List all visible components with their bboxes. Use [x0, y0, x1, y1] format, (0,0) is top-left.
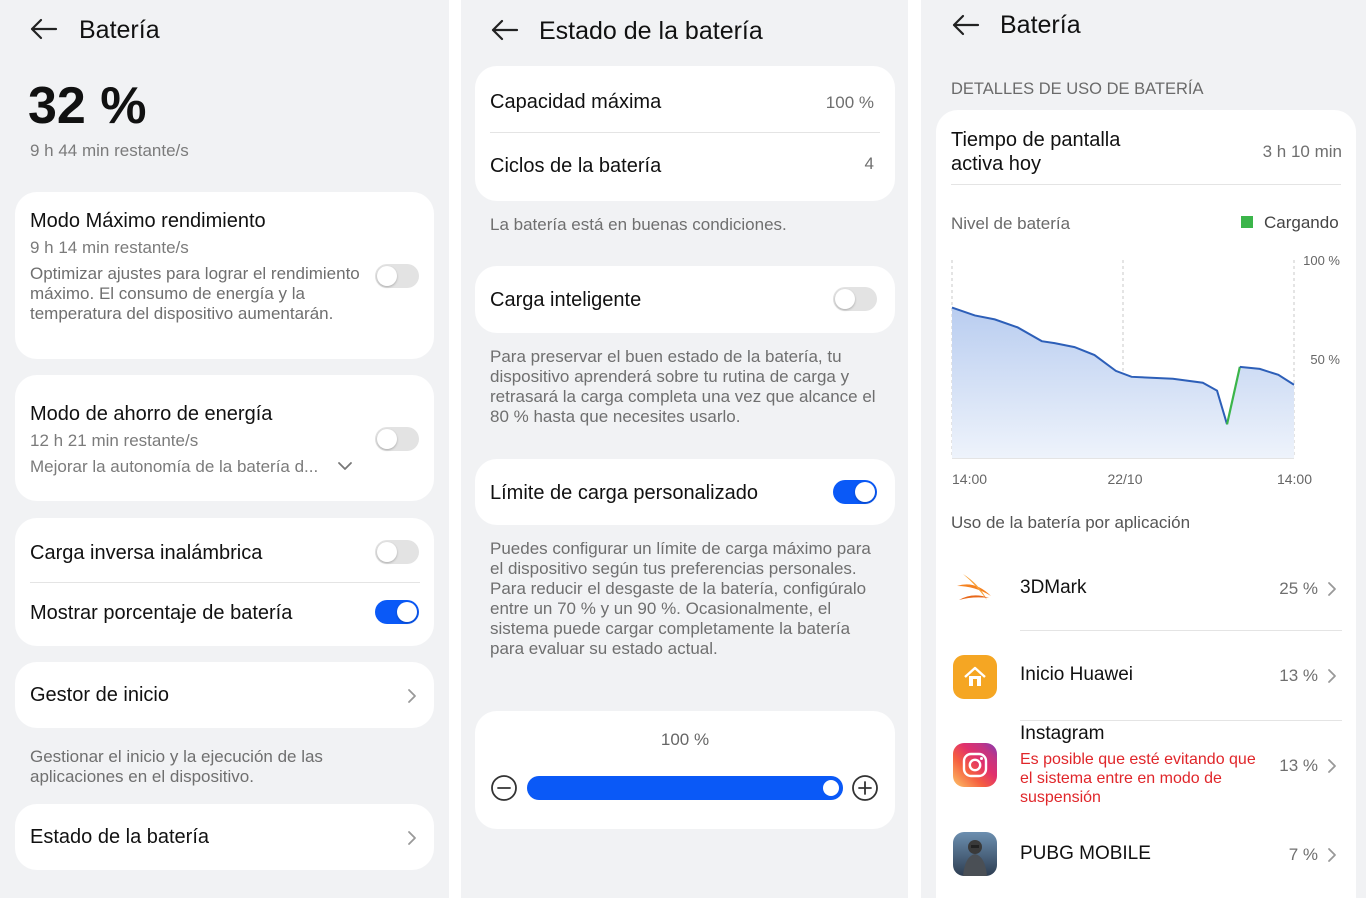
slider-fill: [527, 776, 843, 800]
smart-charge-label: Carga inteligente: [490, 289, 642, 311]
custom-limit-label: Límite de carga personalizado: [490, 482, 758, 504]
battery-health-panel: Estado de la batería Capacidad máxima 10…: [461, 0, 908, 898]
divider: [490, 132, 880, 133]
y-tick-label: 100 %: [1303, 253, 1340, 268]
app-usage-value: 13 %: [1279, 756, 1318, 775]
reverse-charge-toggle[interactable]: [375, 540, 419, 564]
charging-legend-swatch: [1241, 216, 1253, 228]
app-row-3dmark[interactable]: 3DMark 25 %: [936, 548, 1356, 631]
smart-charge-description: Para preservar el buen estado de la bate…: [490, 347, 876, 426]
battery-cycles-value: 4: [864, 154, 874, 173]
battery-status-label: Estado de la batería: [30, 826, 210, 848]
chevron-down-icon[interactable]: [337, 461, 353, 471]
max-performance-description: Optimizar ajustes para lograr el rendimi…: [30, 264, 360, 323]
battery-level-chart: 100 % 50 % 14:00 22/10 14:00: [951, 253, 1340, 487]
max-performance-remaining: 9 h 14 min restante/s: [30, 238, 189, 257]
custom-limit-description: Puedes configurar un límite de carga máx…: [490, 539, 871, 658]
smart-charge-toggle[interactable]: [833, 287, 877, 311]
remaining-time: 9 h 44 min restante/s: [30, 141, 189, 160]
chevron-right-icon: [1328, 759, 1336, 773]
max-capacity-label: Capacidad máxima: [490, 91, 662, 113]
instagram-icon: [953, 743, 997, 787]
pubg-icon: [953, 832, 997, 876]
startup-manager-label: Gestor de inicio: [30, 684, 169, 706]
3dmark-icon: [957, 574, 991, 600]
charging-legend-label: Cargando: [1264, 213, 1339, 232]
smart-charge-row: Carga inteligente: [475, 266, 895, 333]
chevron-right-icon: [408, 831, 416, 845]
custom-limit-row: Límite de carga personalizado: [475, 459, 895, 525]
battery-level-area: [952, 307, 1294, 458]
back-arrow-icon[interactable]: [28, 17, 58, 41]
charge-limit-slider[interactable]: [527, 776, 843, 800]
chevron-right-icon: [408, 689, 416, 703]
app-name: Inicio Huawei: [1020, 664, 1133, 685]
chevron-right-icon: [1328, 669, 1336, 683]
page-title: Batería: [79, 16, 160, 44]
startup-manager-description: Gestionar el inicio y la ejecución de la…: [30, 747, 323, 786]
divider: [951, 184, 1341, 185]
app-row-inicio-huawei[interactable]: Inicio Huawei 13 %: [936, 635, 1356, 721]
app-row-instagram[interactable]: Instagram Es posible que esté evitando q…: [936, 722, 1356, 822]
custom-limit-toggle[interactable]: [833, 480, 877, 504]
chevron-right-icon: [1328, 582, 1336, 596]
x-tick-label: 22/10: [1107, 471, 1142, 487]
show-percentage-toggle[interactable]: [375, 600, 419, 624]
condition-note: La batería está en buenas condiciones.: [490, 215, 787, 234]
max-capacity-value: 100 %: [825, 93, 874, 112]
power-saving-remaining: 12 h 21 min restante/s: [30, 431, 199, 450]
divider: [1020, 720, 1342, 721]
page-title: Batería: [1000, 11, 1081, 39]
x-tick-label: 14:00: [952, 471, 987, 487]
show-percentage-label: Mostrar porcentaje de batería: [30, 602, 293, 624]
screen-time-value: 3 h 10 min: [1262, 142, 1342, 161]
max-performance-label: Modo Máximo rendimiento: [30, 210, 266, 232]
per-app-label: Uso de la batería por aplicación: [951, 513, 1191, 532]
charge-limit-slider-card: 100 %: [475, 711, 895, 829]
max-performance-toggle[interactable]: [375, 264, 419, 288]
divider: [30, 582, 420, 583]
app-row-pubg-mobile[interactable]: PUBG MOBILE 7 %: [936, 822, 1356, 892]
back-arrow-icon[interactable]: [489, 18, 519, 42]
battery-status-row[interactable]: Estado de la batería: [15, 804, 434, 870]
y-tick-label: 50 %: [1310, 352, 1340, 367]
plus-circle-icon[interactable]: [851, 774, 879, 802]
battery-cycles-label: Ciclos de la batería: [490, 155, 662, 177]
minus-circle-icon[interactable]: [490, 774, 518, 802]
power-saving-label: Modo de ahorro de energía: [30, 403, 273, 425]
battery-usage-panel: Batería DETALLES DE USO DE BATERÍA Tiemp…: [921, 0, 1366, 898]
section-header: DETALLES DE USO DE BATERÍA: [951, 80, 1204, 98]
battery-settings-panel: Batería 32 % 9 h 44 min restante/s Modo …: [0, 0, 449, 898]
slider-value-label: 100 %: [660, 730, 710, 749]
app-name: 3DMark: [1020, 577, 1087, 598]
power-saving-card[interactable]: Modo de ahorro de energía 12 h 21 min re…: [15, 375, 434, 501]
page-title: Estado de la batería: [539, 17, 763, 45]
screen-time-label: Tiempo de pantalla activa hoy: [951, 129, 1121, 175]
power-saving-description: Mejorar la autonomía de la batería d...: [30, 457, 319, 476]
back-arrow-icon[interactable]: [950, 13, 980, 37]
battery-level-label: Nivel de batería: [951, 214, 1071, 233]
power-saving-toggle[interactable]: [375, 427, 419, 451]
app-usage-value: 25 %: [1279, 579, 1318, 598]
slider-handle[interactable]: [823, 780, 839, 796]
huawei-home-icon: [953, 655, 997, 699]
charging-options-card: Carga inversa inalámbrica Mostrar porcen…: [15, 518, 434, 646]
reverse-charge-label: Carga inversa inalámbrica: [30, 542, 263, 564]
max-performance-card[interactable]: Modo Máximo rendimiento 9 h 14 min resta…: [15, 192, 434, 359]
divider: [1020, 630, 1342, 631]
x-tick-label: 14:00: [1277, 471, 1312, 487]
battery-usage-card: Tiempo de pantalla activa hoy 3 h 10 min…: [936, 110, 1356, 898]
app-warning: Es posible que esté evitando que el sist…: [1020, 751, 1256, 806]
app-name: PUBG MOBILE: [1020, 843, 1151, 864]
app-usage-value: 7 %: [1288, 845, 1318, 864]
app-usage-value: 13 %: [1279, 666, 1318, 685]
chevron-right-icon: [1328, 848, 1336, 862]
battery-health-card: Capacidad máxima 100 % Ciclos de la bate…: [475, 66, 895, 201]
startup-manager-row[interactable]: Gestor de inicio: [15, 662, 434, 728]
app-name: Instagram: [1020, 723, 1105, 744]
battery-percentage: 32 %: [28, 77, 147, 135]
